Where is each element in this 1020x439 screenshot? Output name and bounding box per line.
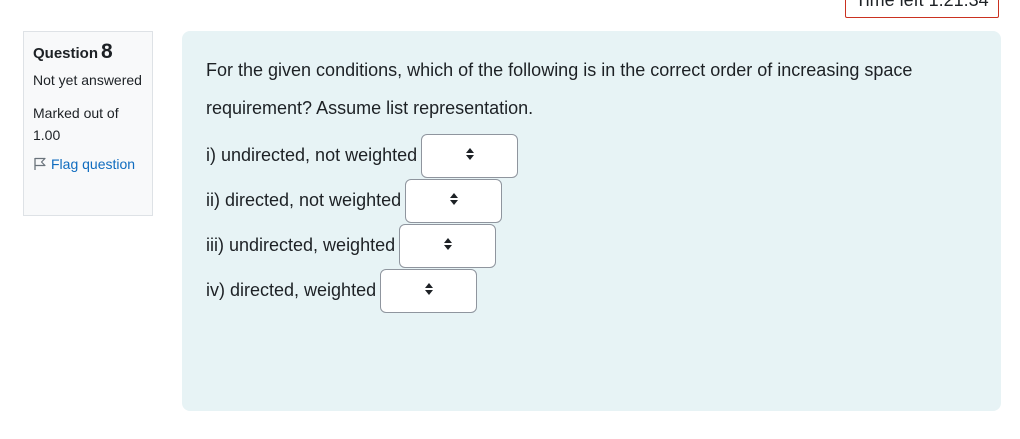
answer-row-label: iv) directed, weighted xyxy=(206,280,377,300)
answer-select[interactable] xyxy=(399,223,497,268)
answer-select[interactable] xyxy=(380,268,478,313)
sort-arrows-icon xyxy=(424,280,434,301)
question-state: Not yet answered xyxy=(33,72,142,88)
time-left-text: Time left 1:21:34 xyxy=(855,0,989,10)
question-number: 8 xyxy=(101,40,113,63)
question-content: For the given conditions, which of the f… xyxy=(182,31,1001,411)
flag-icon xyxy=(33,157,47,171)
answer-row-label: iii) undirected, weighted xyxy=(206,235,396,255)
answer-select[interactable] xyxy=(421,133,519,178)
question-label: Question xyxy=(33,45,99,62)
sort-arrows-icon xyxy=(449,190,459,211)
answer-row: iv) directed, weighted xyxy=(206,268,977,313)
sort-arrows-icon xyxy=(465,145,475,166)
time-left-indicator: Time left 1:21:34 xyxy=(845,0,999,18)
question-number-heading: Question 8 xyxy=(33,40,143,64)
answer-select[interactable] xyxy=(405,178,503,223)
question-grade: Marked out of 1.00 xyxy=(33,105,119,143)
answer-row-label: ii) directed, not weighted xyxy=(206,190,402,210)
sort-arrows-icon xyxy=(443,235,453,256)
question-text: For the given conditions, which of the f… xyxy=(206,60,913,118)
flag-question-label: Flag question xyxy=(51,156,136,172)
answer-row-label: i) undirected, not weighted xyxy=(206,145,418,165)
flag-question-button[interactable]: Flag question xyxy=(33,156,143,172)
answer-row: iii) undirected, weighted xyxy=(206,223,977,268)
question-info-panel: Question 8 Not yet answered Marked out of… xyxy=(23,31,153,216)
answer-row: ii) directed, not weighted xyxy=(206,178,977,223)
answer-row: i) undirected, not weighted xyxy=(206,133,977,178)
